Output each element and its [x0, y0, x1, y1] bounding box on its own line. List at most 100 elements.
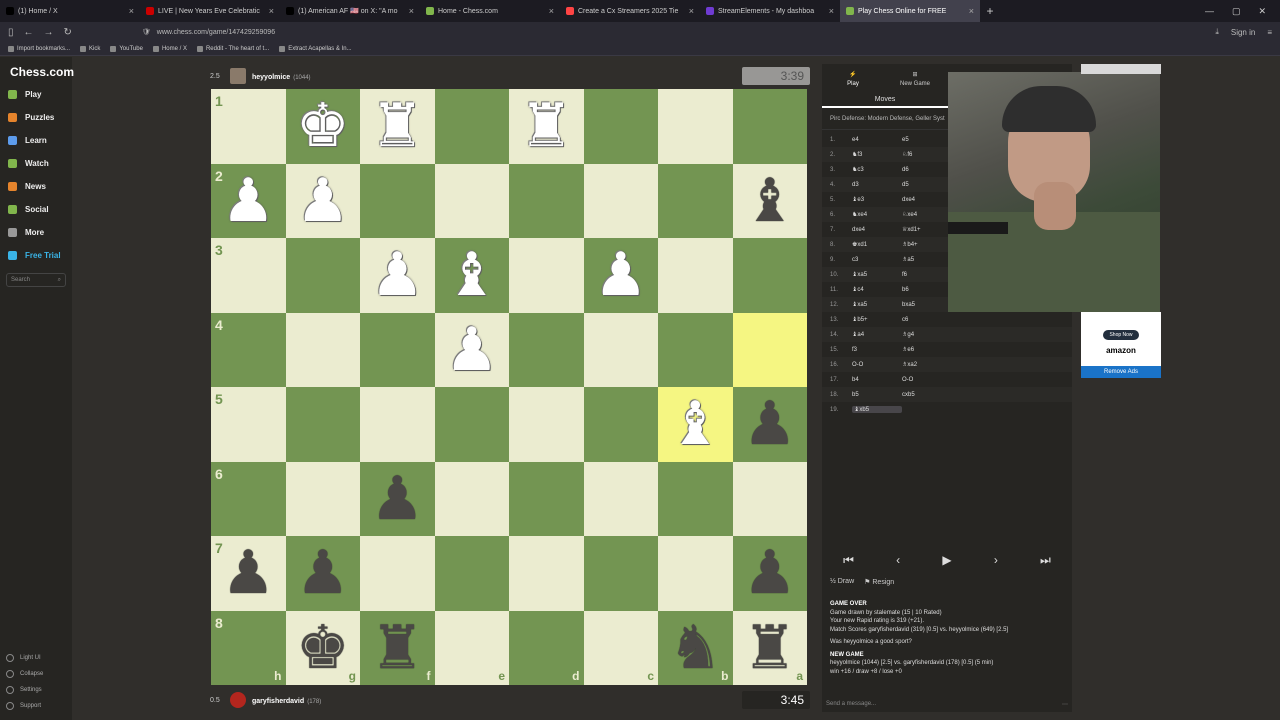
black-knight-piece[interactable]: ♞: [668, 618, 722, 678]
draw-button[interactable]: ½ Draw: [830, 578, 854, 586]
black-move[interactable]: ♘xe4: [902, 211, 952, 218]
browser-tab[interactable]: LIVE | New Years Eve Celebratic ×: [140, 0, 280, 22]
close-tab-icon[interactable]: ×: [269, 6, 274, 16]
black-move[interactable]: cxb5: [902, 392, 952, 398]
bottom-player-name[interactable]: garyfisherdavid: [252, 698, 304, 705]
board-square[interactable]: [583, 461, 658, 536]
close-tab-icon[interactable]: ×: [829, 6, 834, 16]
white-move[interactable]: b4: [852, 377, 902, 383]
board-square[interactable]: [583, 536, 658, 611]
white-move[interactable]: ♝e3: [852, 196, 902, 203]
ad-banner-top[interactable]: [1081, 64, 1161, 74]
white-move[interactable]: ♝xb5: [852, 406, 902, 413]
black-move[interactable]: ♗b4+: [902, 241, 952, 248]
board-square[interactable]: ♜: [509, 89, 584, 164]
board-square[interactable]: [583, 163, 658, 238]
board-square[interactable]: [360, 387, 435, 462]
close-tab-icon[interactable]: ×: [689, 6, 694, 16]
board-square[interactable]: [434, 89, 509, 164]
board-square[interactable]: 4: [211, 312, 286, 387]
board-square[interactable]: ♝: [732, 163, 807, 238]
sidebar-item-play[interactable]: Play: [0, 83, 72, 106]
black-move[interactable]: ♗g4: [902, 331, 952, 338]
bookmark-item[interactable]: Reddit - The heart of t...: [196, 45, 269, 52]
white-move[interactable]: ♞xe4: [852, 211, 902, 218]
board-square[interactable]: ♟: [285, 536, 360, 611]
close-tab-icon[interactable]: ×: [549, 6, 554, 16]
black-bishop-piece[interactable]: ♝: [743, 171, 797, 231]
sidebar-item-learn[interactable]: Learn: [0, 129, 72, 152]
black-pawn-piece[interactable]: ♟: [743, 543, 797, 603]
white-move[interactable]: ♚xd1: [852, 241, 902, 248]
board-square[interactable]: 1: [211, 89, 286, 164]
white-bishop-piece[interactable]: ♝: [445, 245, 499, 305]
close-tab-icon[interactable]: ×: [969, 6, 974, 16]
board-square[interactable]: [434, 461, 509, 536]
white-pawn-piece[interactable]: ♟: [594, 245, 648, 305]
last-move-icon[interactable]: ⏭: [1040, 553, 1051, 568]
search-input[interactable]: Search ⌕: [6, 273, 66, 287]
black-move[interactable]: ♕xd1+: [902, 226, 952, 233]
sidebar-item-free-trial[interactable]: Free Trial: [0, 244, 72, 267]
browser-tab[interactable]: Play Chess Online for FREE ×: [840, 0, 980, 22]
sidebar-item-puzzles[interactable]: Puzzles: [0, 106, 72, 129]
white-king-piece[interactable]: ♚: [296, 96, 350, 156]
url-bar[interactable]: 🛡 www.chess.com/game/147429259096: [142, 25, 1022, 39]
board-square[interactable]: [658, 89, 733, 164]
black-rook-piece[interactable]: ♜: [743, 618, 797, 678]
black-move[interactable]: d5: [902, 182, 952, 188]
maximize-icon[interactable]: ▢: [1232, 6, 1241, 17]
board-square[interactable]: [509, 536, 584, 611]
board-square[interactable]: ♝: [658, 387, 733, 462]
more-options-icon[interactable]: ⋯: [1062, 701, 1068, 708]
bottom-player-avatar[interactable]: [230, 692, 246, 708]
white-move[interactable]: dxe4: [852, 227, 902, 233]
back-icon[interactable]: ←: [24, 27, 34, 38]
board-square[interactable]: e: [434, 610, 509, 685]
white-move[interactable]: c3: [852, 257, 902, 263]
white-move[interactable]: e4: [852, 137, 902, 143]
sidebar-item-social[interactable]: Social: [0, 198, 72, 221]
black-king-piece[interactable]: ♚: [296, 618, 350, 678]
browser-tab[interactable]: (1) Home / X ×: [0, 0, 140, 22]
tab-new-game[interactable]: ⊞ New Game: [884, 64, 946, 94]
board-square[interactable]: b ♞: [658, 610, 733, 685]
white-move[interactable]: ♝a4: [852, 331, 902, 338]
black-pawn-piece[interactable]: ♟: [743, 394, 797, 454]
board-square[interactable]: [434, 536, 509, 611]
black-move[interactable]: dxe4: [902, 197, 952, 203]
bookmark-item[interactable]: Kick: [80, 45, 100, 52]
browser-tab[interactable]: StreamElements - My dashboa ×: [700, 0, 840, 22]
next-move-icon[interactable]: ›: [994, 553, 998, 567]
white-move[interactable]: ♞c3: [852, 166, 902, 173]
board-square[interactable]: [658, 312, 733, 387]
play-icon[interactable]: ▶: [942, 553, 951, 567]
black-move[interactable]: d6: [902, 167, 952, 173]
amazon-ad[interactable]: Shop Now amazon Remove Ads: [1081, 312, 1161, 378]
board-square[interactable]: [583, 387, 658, 462]
black-pawn-piece[interactable]: ♟: [221, 543, 275, 603]
black-move[interactable]: O-O: [902, 377, 952, 383]
board-square[interactable]: ♟: [583, 238, 658, 313]
sidebar-toggle-icon[interactable]: ▯: [8, 27, 14, 38]
black-pawn-piece[interactable]: ♟: [370, 469, 424, 529]
sidebar-footer-support[interactable]: Support: [6, 698, 43, 714]
close-tab-icon[interactable]: ×: [409, 6, 414, 16]
sidebar-item-more[interactable]: More: [0, 221, 72, 244]
board-square[interactable]: 2 ♟: [211, 163, 286, 238]
board-square[interactable]: [658, 536, 733, 611]
board-square[interactable]: [583, 89, 658, 164]
board-square[interactable]: g ♚: [285, 610, 360, 685]
tab-moves[interactable]: Moves: [822, 94, 948, 108]
top-player-name[interactable]: heyyolmice: [252, 74, 290, 81]
sidebar-item-watch[interactable]: Watch: [0, 152, 72, 175]
previous-move-icon[interactable]: ‹: [896, 553, 900, 567]
browser-tab[interactable]: Home - Chess.com ×: [420, 0, 560, 22]
black-rook-piece[interactable]: ♜: [370, 618, 424, 678]
board-square[interactable]: ♟: [285, 163, 360, 238]
board-square[interactable]: ♟: [360, 461, 435, 536]
board-square[interactable]: [732, 461, 807, 536]
board-square[interactable]: [732, 89, 807, 164]
sidebar-item-news[interactable]: News: [0, 175, 72, 198]
board-square[interactable]: 6: [211, 461, 286, 536]
